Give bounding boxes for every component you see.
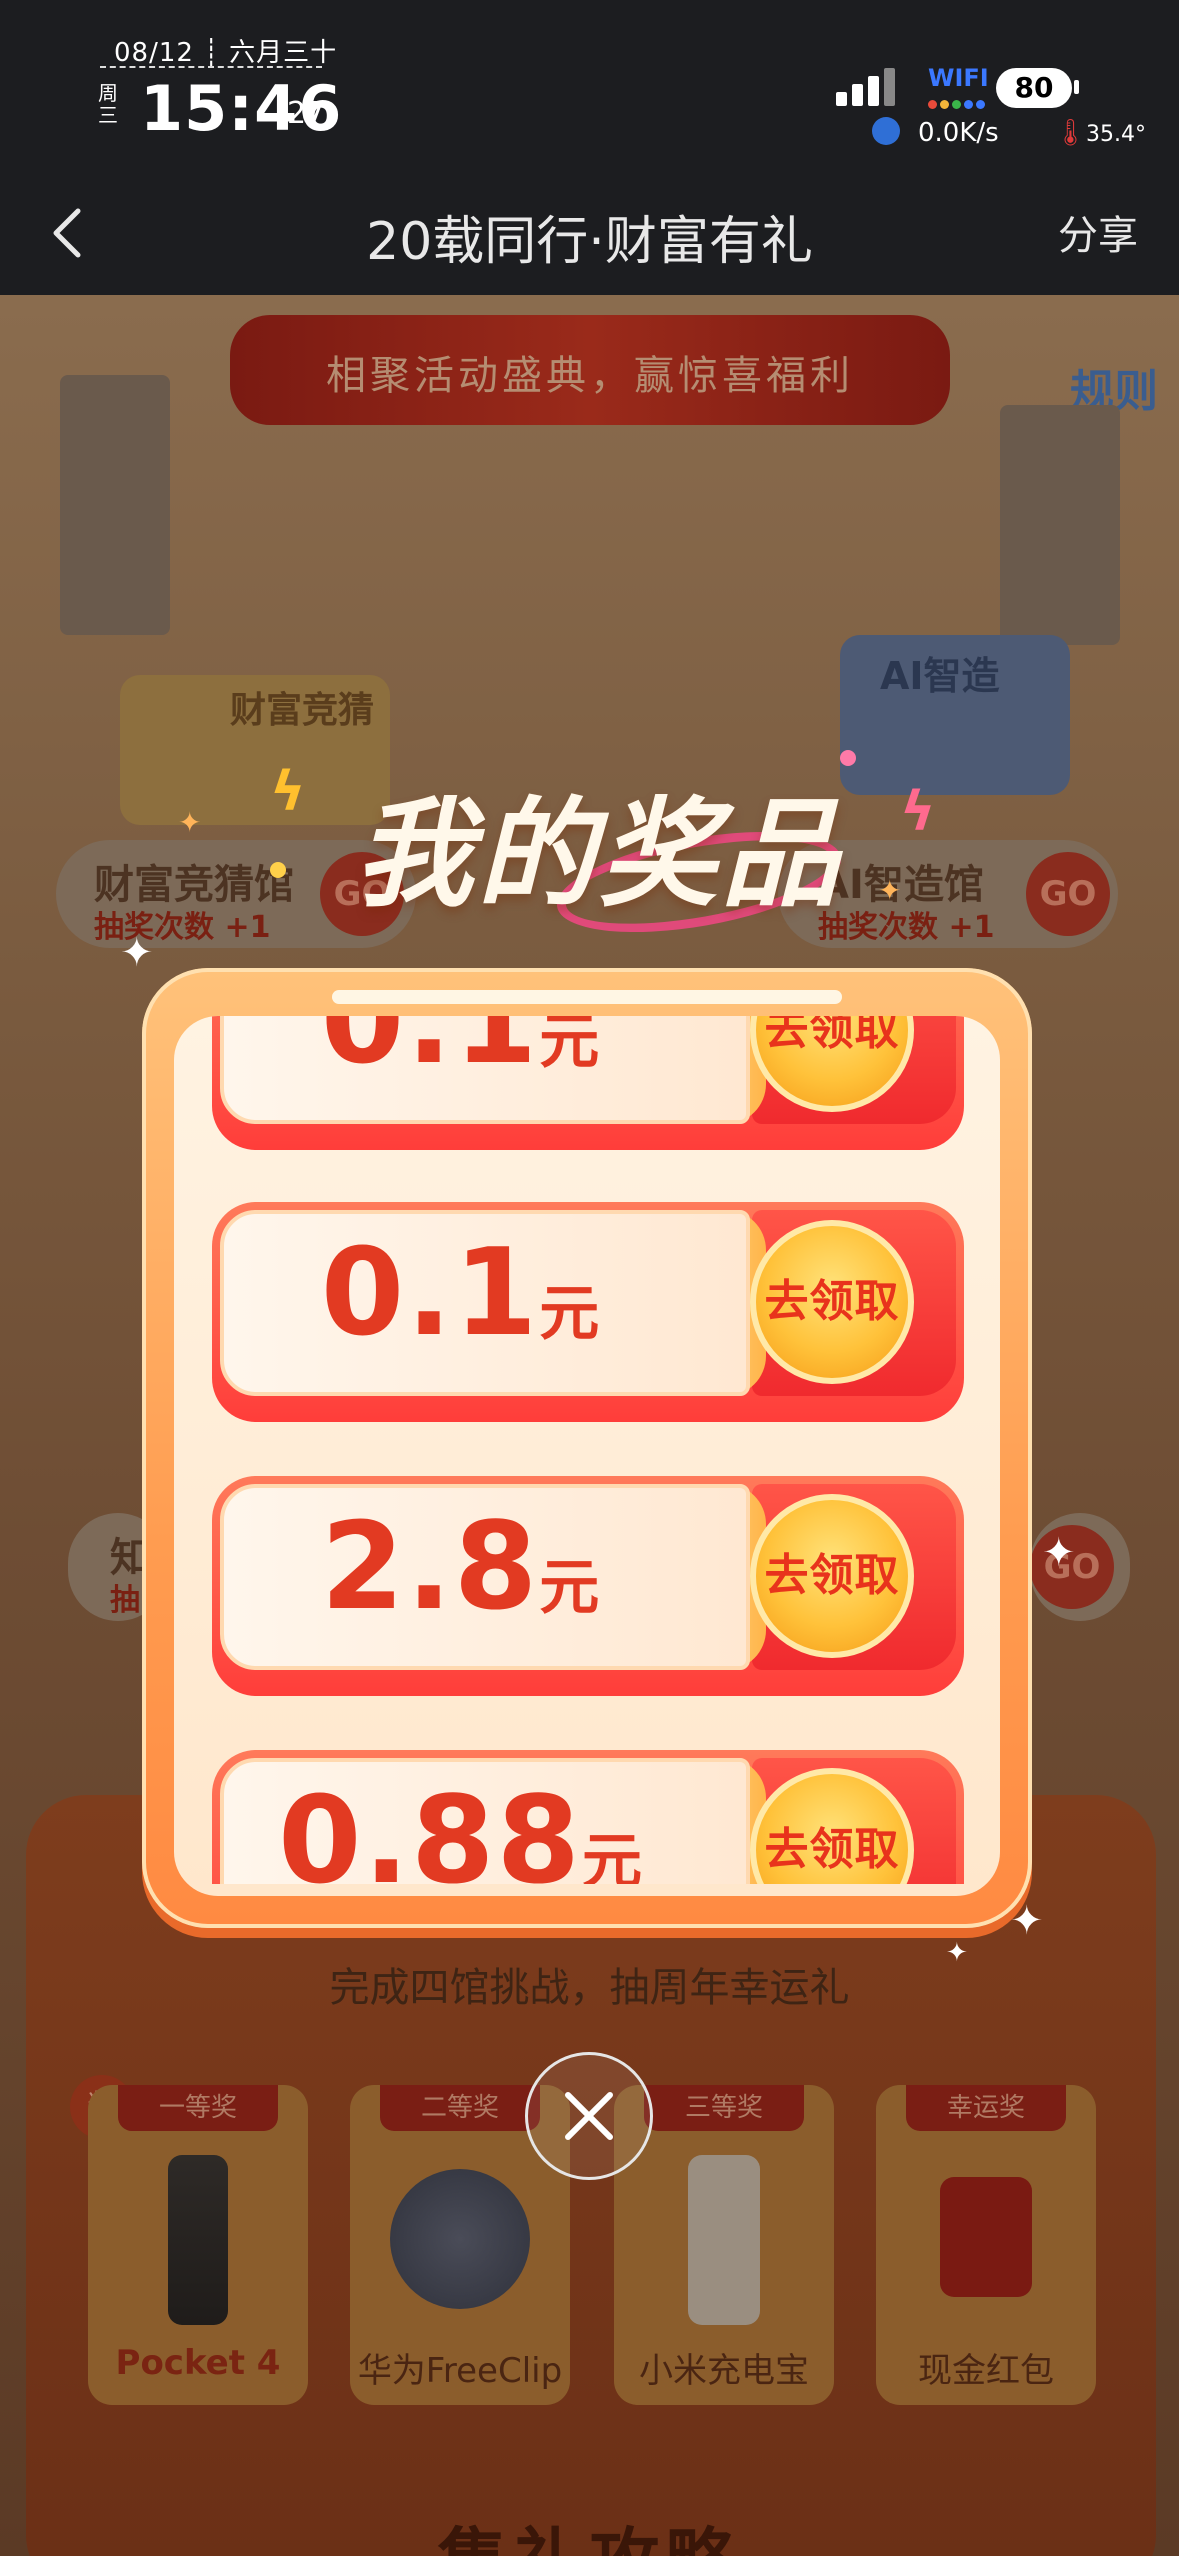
temperature: 35.4° — [1086, 122, 1146, 147]
prize-row: 2.8元 去领取 — [212, 1476, 964, 1696]
prize-amount: 0.1元 — [320, 1016, 600, 1091]
prize-list-container[interactable]: 0.1元 去领取 0.1元 去领取 2.8元 去领取 0.88元 去领取 — [174, 1016, 1000, 1896]
status-weekday: 周三 — [98, 81, 118, 127]
prize-amount: 2.8元 — [320, 1498, 600, 1637]
sparkle-decoration: ✦ — [120, 930, 154, 976]
status-seconds: 27 — [287, 96, 326, 131]
prize-amount: 0.88元 — [277, 1772, 643, 1884]
power-bank-image — [688, 2155, 760, 2325]
prize-card-lucky[interactable]: 幸运奖 现金红包 — [876, 2085, 1096, 2405]
sign-ai: AI智造 — [880, 654, 1000, 698]
hall-sub: 抽 — [110, 1583, 140, 1618]
squiggle-decoration: ϟ — [270, 760, 306, 823]
building-decoration — [1000, 405, 1120, 645]
sparkle-decoration: ✦ — [1010, 1898, 1044, 1944]
prize-list[interactable]: 0.1元 去领取 0.1元 去领取 2.8元 去领取 0.88元 去领取 — [174, 1016, 1000, 1884]
close-icon — [565, 2092, 613, 2140]
star-decoration: ✦ — [878, 874, 902, 907]
prize-row: 0.88元 去领取 — [212, 1750, 964, 1884]
hall-sub: 抽奖次数 +1 — [818, 910, 995, 945]
prize-card-first[interactable]: 一等奖 Pocket 4 — [88, 2085, 308, 2405]
prize-name: 现金红包 — [918, 2351, 1054, 2391]
alarm-icon — [872, 117, 900, 145]
prize-tag: 三等奖 — [644, 2085, 804, 2131]
sparkle-decoration: ✦ — [1042, 1530, 1076, 1576]
dot-decoration — [270, 862, 286, 878]
prize-row: 0.1元 去领取 — [212, 1016, 964, 1150]
prize-tag: 幸运奖 — [906, 2085, 1066, 2131]
modal-title: 我的奖品 — [355, 785, 844, 923]
wifi-icon: WIFI — [928, 64, 989, 92]
squiggle-decoration: ϟ — [900, 780, 936, 843]
banner-slogan: 相聚活动盛典，赢惊喜福利 — [326, 353, 854, 399]
guide-title: 集礼攻略 — [0, 2505, 1179, 2556]
page-title: 20载同行·财富有礼 — [366, 212, 813, 272]
prize-name: Pocket 4 — [115, 2343, 281, 2383]
battery-tip — [1074, 80, 1079, 94]
wifi-strength-icon — [928, 94, 988, 113]
frame-highlight — [332, 990, 842, 1004]
go-button[interactable]: GO — [1026, 852, 1110, 936]
battery-icon: 80 — [996, 68, 1072, 108]
building-decoration — [60, 375, 170, 635]
status-date: 08/12 ┊ 六月三十 — [114, 38, 338, 68]
prize-name: 小米充电宝 — [639, 2351, 809, 2391]
sign-wealth: 财富竞猜 — [230, 690, 375, 731]
red-envelope-image — [940, 2177, 1032, 2297]
thermometer-icon: 🌡 — [1054, 118, 1088, 148]
prize-tag: 一等奖 — [118, 2085, 278, 2131]
earbuds-image — [390, 2169, 530, 2309]
my-prizes-modal: 0.1元 去领取 0.1元 去领取 2.8元 去领取 0.88元 去领取 — [142, 968, 1032, 1928]
claim-button[interactable]: 去领取 — [750, 1220, 914, 1384]
signal-icon — [836, 68, 900, 106]
status-bar: 08/12 ┊ 六月三十 周三 15:46 27 WIFI 80 0.0K/s … — [0, 0, 1179, 175]
prize-row: 0.1元 去领取 — [212, 1202, 964, 1422]
star-decoration: ✦ — [178, 806, 202, 839]
nav-bar: 20载同行·财富有礼 分享 — [0, 175, 1179, 295]
status-divider — [100, 66, 322, 68]
prize-amount: 0.1元 — [320, 1224, 600, 1363]
share-button[interactable]: 分享 — [1058, 203, 1138, 261]
camera-image — [168, 2155, 228, 2325]
claim-button[interactable]: 去领取 — [750, 1494, 914, 1658]
prize-tag: 二等奖 — [380, 2085, 540, 2131]
panel-caption: 完成四馆挑战，抽周年幸运礼 — [329, 1965, 850, 2011]
close-button[interactable] — [525, 2052, 653, 2180]
sparkle-decoration: ✦ — [946, 1938, 968, 1968]
prize-name: 华为FreeClip — [357, 2351, 563, 2391]
net-speed: 0.0K/s — [918, 118, 999, 148]
